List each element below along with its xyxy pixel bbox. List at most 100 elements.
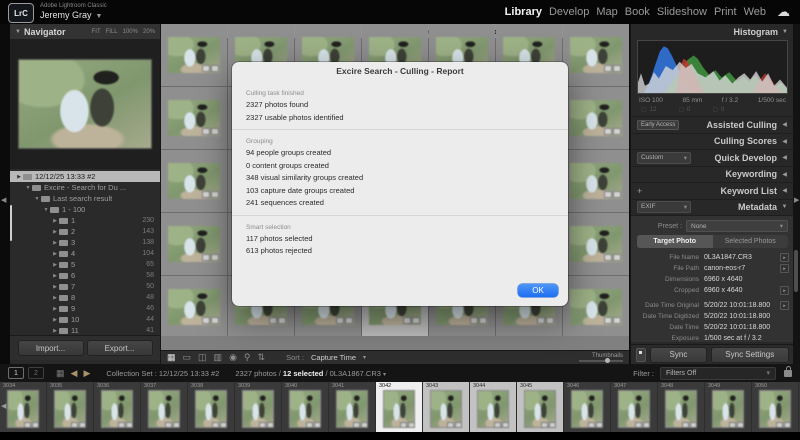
filmstrip-thumbnail[interactable] xyxy=(524,390,556,428)
zoom-level[interactable]: FILL xyxy=(106,29,118,35)
disclosure-icon[interactable]: ▶ xyxy=(51,284,59,290)
metadata-tab[interactable]: Selected Photos xyxy=(713,235,789,248)
grid-photo-cell[interactable] xyxy=(563,150,629,212)
filmstrip-thumbnail[interactable] xyxy=(336,390,368,428)
photo-badges-icon[interactable] xyxy=(402,317,420,324)
painter-icon[interactable]: ⚲ xyxy=(244,353,251,362)
photo-badges-icon[interactable] xyxy=(201,128,219,135)
back-arrow-icon[interactable]: ◀ xyxy=(71,368,78,379)
navigator-header[interactable]: ▼ Navigator FIT FILL 100% 20% xyxy=(10,24,160,39)
sync-button[interactable]: Sync xyxy=(650,346,707,363)
filmstrip-thumbnail[interactable] xyxy=(54,390,86,428)
grid-photo-cell[interactable] xyxy=(563,276,629,336)
identity-plate[interactable]: Jeremy Gray ▼ xyxy=(40,10,102,20)
sort-direction-icon[interactable]: ⇅ xyxy=(258,353,266,362)
right-panel-scrollbar[interactable] xyxy=(794,250,798,292)
collection-row[interactable]: ▶ 8 48 xyxy=(10,292,160,303)
left-panel-scrollbar[interactable] xyxy=(10,205,12,241)
filmstrip-cell[interactable]: 3045 xyxy=(517,382,564,432)
metadata-action-icon[interactable]: ▸ xyxy=(780,301,789,310)
ok-button[interactable]: OK xyxy=(518,284,558,297)
metadata-field-value[interactable]: 6960 x 4640 xyxy=(704,287,780,294)
filmstrip-cell[interactable]: 3036 xyxy=(94,382,141,432)
panel-section-header[interactable]: Custom Quick Develop ◀ xyxy=(631,149,794,166)
disclosure-icon[interactable]: ▶ xyxy=(51,306,59,312)
disclosure-icon[interactable]: ▼ xyxy=(42,207,50,213)
disclosure-icon[interactable]: ▼ xyxy=(24,185,32,191)
filmstrip-thumbnail[interactable] xyxy=(383,390,415,428)
photo-badges-icon[interactable] xyxy=(335,317,353,324)
grid-photo-cell[interactable] xyxy=(161,150,227,212)
grid-photo-cell[interactable] xyxy=(563,87,629,149)
module-tab[interactable]: Web xyxy=(744,6,766,18)
navigator-preview-photo[interactable] xyxy=(18,59,152,149)
collection-row[interactable]: ▶ 9 46 xyxy=(10,303,160,314)
sync-toggle-icon[interactable] xyxy=(636,347,647,362)
filmstrip-cell[interactable]: 3050 xyxy=(752,382,799,432)
photo-badges-icon[interactable] xyxy=(201,254,219,261)
grid-photo-cell[interactable] xyxy=(563,24,629,86)
module-tab[interactable]: Develop xyxy=(549,6,589,18)
section-dropdown[interactable]: EXIF xyxy=(637,201,691,214)
photos-summary[interactable]: 2327 photos / 12 selected / 0L3A1867.CR3… xyxy=(235,369,386,378)
histogram-collapse-icon[interactable]: ▼ xyxy=(782,29,788,35)
sort-value[interactable]: Capture Time xyxy=(311,353,356,362)
collection-row[interactable]: ▼ Excire - Search for Du ... xyxy=(10,182,160,193)
grid-photo-cell[interactable] xyxy=(161,87,227,149)
filmstrip-cell[interactable]: 3049 xyxy=(705,382,752,432)
metadata-action-icon[interactable]: ▸ xyxy=(780,253,789,262)
disclosure-icon[interactable]: ▶ xyxy=(51,218,59,224)
filmstrip-thumbnail[interactable] xyxy=(148,390,180,428)
section-collapse-icon[interactable]: ▼ xyxy=(781,204,788,210)
grid-photo-cell[interactable] xyxy=(161,24,227,86)
filmstrip-cell[interactable]: 3044 xyxy=(470,382,517,432)
zoom-level[interactable]: 20% xyxy=(143,29,155,35)
filmstrip-cell[interactable]: 3040 xyxy=(282,382,329,432)
loupe-view-icon[interactable]: ▭ xyxy=(183,353,192,362)
metadata-field-value[interactable]: 5/20/22 10:01:18.800 xyxy=(704,313,780,320)
import-button[interactable]: Import... xyxy=(17,340,84,356)
section-collapse-icon[interactable]: ◀ xyxy=(781,121,788,128)
panel-section-header[interactable]: + Keyword List ◀ xyxy=(631,182,794,199)
filmstrip-thumbnail[interactable] xyxy=(289,390,321,428)
navigator-collapse-icon[interactable]: ▼ xyxy=(15,29,21,35)
collection-row[interactable]: ▶ 2 143 xyxy=(10,226,160,237)
filter-preset-dropdown[interactable]: Filters Off xyxy=(660,366,776,380)
panel-section-header[interactable]: Keywording ◀ xyxy=(631,165,794,183)
grid-view-icon[interactable]: ▦ xyxy=(167,353,176,362)
module-tab[interactable]: Book xyxy=(625,6,650,18)
metadata-field-value[interactable]: 1/500 sec at f / 3.2 xyxy=(704,335,780,342)
filmstrip-cell[interactable]: 3039 xyxy=(235,382,282,432)
section-collapse-icon[interactable]: ◀ xyxy=(781,154,788,161)
preset-dropdown[interactable]: None xyxy=(686,220,788,232)
filmstrip-cell[interactable]: 3048 xyxy=(658,382,705,432)
people-view-icon[interactable]: ◉ xyxy=(229,353,237,362)
disclosure-icon[interactable]: ▶ xyxy=(51,262,59,268)
photo-badges-icon[interactable] xyxy=(603,191,621,198)
right-collapse-rail[interactable] xyxy=(793,24,800,364)
add-icon[interactable]: + xyxy=(637,186,642,196)
filmstrip-thumbnail[interactable] xyxy=(242,390,274,428)
module-tab[interactable]: Library xyxy=(505,6,542,18)
filmstrip-thumbnail[interactable] xyxy=(7,390,39,428)
disclosure-icon[interactable]: ▶ xyxy=(51,295,59,301)
filmstrip-cell[interactable]: 3035 xyxy=(47,382,94,432)
filmstrip-cell[interactable]: 3041 xyxy=(329,382,376,432)
photo-badges-icon[interactable] xyxy=(469,317,487,324)
filmstrip-thumbnail[interactable] xyxy=(430,390,462,428)
section-collapse-icon[interactable]: ◀ xyxy=(781,138,788,145)
disclosure-icon[interactable]: ▶ xyxy=(15,174,23,180)
thumbnail-size-slider[interactable] xyxy=(579,358,623,363)
section-collapse-icon[interactable]: ◀ xyxy=(781,187,788,194)
disclosure-icon[interactable]: ▶ xyxy=(51,328,59,334)
collection-row[interactable]: ▶ 3 138 xyxy=(10,237,160,248)
collection-row[interactable]: ▶ 1 230 xyxy=(10,215,160,226)
filmstrip-thumbnail[interactable] xyxy=(665,390,697,428)
filmstrip-thumbnail[interactable] xyxy=(101,390,133,428)
cloud-sync-icon[interactable]: ☁ xyxy=(777,4,790,20)
photo-badges-icon[interactable] xyxy=(268,317,286,324)
collection-row[interactable]: ▶ 10 44 xyxy=(10,314,160,325)
filmstrip-cell[interactable]: 3034 xyxy=(0,382,47,432)
photo-badges-icon[interactable] xyxy=(603,128,621,135)
histogram-header[interactable]: Histogram ▼ xyxy=(631,24,794,39)
